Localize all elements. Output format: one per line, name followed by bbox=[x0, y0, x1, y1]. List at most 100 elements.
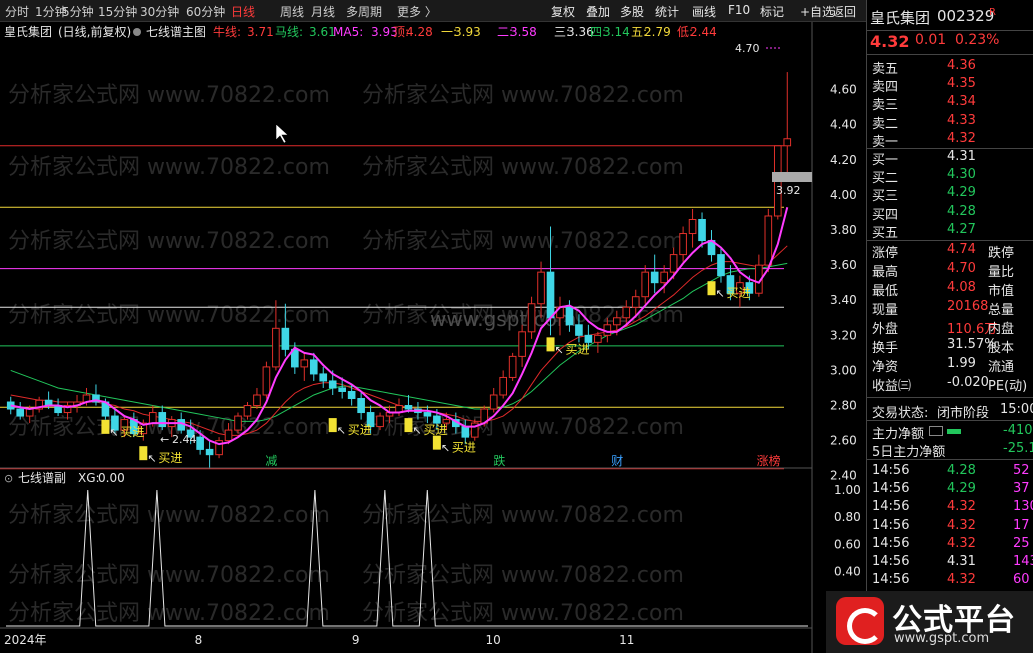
toolbar-action-4[interactable]: 画线 bbox=[692, 3, 716, 20]
watermark-text-2: 分析家公式网 www.70822.com bbox=[8, 229, 330, 254]
candle-body-21 bbox=[205, 448, 214, 456]
toolbar-action-7[interactable]: +自选 bbox=[800, 3, 834, 20]
price-change: 0.01 bbox=[915, 32, 947, 48]
price-tick-9: 2.80 bbox=[830, 399, 857, 413]
buy-label-4: 买进 bbox=[452, 441, 476, 455]
sub-tick-2: 0.60 bbox=[834, 537, 861, 551]
period-tab-3[interactable]: 15分钟 bbox=[98, 3, 137, 20]
period-tab-8[interactable]: 月线 bbox=[311, 3, 335, 20]
chart-area[interactable]: 皇氏集团 (日线,前复权) 七线谱主图 牛线: 3.71 马线: 3.61MA5: 3.93顶… bbox=[0, 22, 866, 653]
last-price: 4.32 bbox=[870, 32, 910, 51]
period-tab-7[interactable]: 周线 bbox=[280, 3, 304, 20]
stat-label2-3: 总量 bbox=[988, 303, 1015, 318]
bid-price-4: 4.27 bbox=[947, 221, 976, 237]
divider-status bbox=[867, 420, 1033, 421]
bid-label-4: 买五 bbox=[872, 225, 899, 241]
candle-body-15 bbox=[148, 412, 157, 424]
period-tab-5[interactable]: 60分钟 bbox=[186, 3, 225, 20]
ask-price-4: 4.32 bbox=[947, 130, 976, 146]
period-tab-2[interactable]: 5分钟 bbox=[62, 3, 94, 20]
sub-indicator-icon: ⊙ bbox=[4, 472, 13, 485]
bid-price-3: 4.28 bbox=[947, 203, 976, 219]
ask-price-3: 4.33 bbox=[947, 112, 976, 128]
divider-title bbox=[867, 30, 1033, 31]
stock-title[interactable]: 皇氏集团 bbox=[870, 7, 930, 28]
watermark-text-b-5: 分析家公式网 www.70822.com bbox=[362, 503, 684, 528]
candle-body-35 bbox=[338, 387, 346, 392]
candle-body-60 bbox=[575, 324, 583, 336]
header-value-4: 3.93 bbox=[454, 25, 481, 39]
buy-arrow-icon-1: ↖ bbox=[147, 452, 156, 465]
tick-row-1: 14:56 4.29 37 bbox=[867, 481, 1033, 499]
stat-row-2: 最低 4.08 市值 bbox=[867, 280, 1033, 299]
candle-body-42 bbox=[404, 405, 413, 410]
tick-row-3: 14:56 4.32 17 bbox=[867, 518, 1033, 536]
sub-xg-value: 0.00 bbox=[98, 471, 125, 485]
bid-row-1: 买二 4.30 bbox=[867, 167, 1033, 186]
tick-time-3: 14:56 bbox=[872, 517, 910, 533]
period-tab-10[interactable]: 更多 〉 bbox=[397, 3, 437, 20]
event-mark-0: 减 bbox=[265, 454, 277, 468]
stock-badge: R bbox=[989, 7, 996, 18]
stat-label2-7: PE(动) bbox=[988, 379, 1028, 394]
date-tick-0: 2024年 bbox=[4, 633, 47, 647]
candle-body-45 bbox=[433, 415, 441, 424]
ask-row-4: 卖一 4.32 bbox=[867, 130, 1033, 150]
candle-body-55 bbox=[527, 303, 536, 333]
date-tick-2: 9 bbox=[352, 633, 360, 647]
candle-body-44 bbox=[423, 412, 432, 417]
toolbar-action-5[interactable]: F10 bbox=[728, 3, 750, 17]
flow-toggle-icon[interactable] bbox=[929, 426, 943, 436]
stat-label2-5: 股本 bbox=[988, 341, 1015, 356]
ask-label-2: 卖三 bbox=[872, 98, 899, 114]
stat-row-6: 净资 1.99 流通 bbox=[867, 356, 1033, 375]
buy-arrow-icon-2: ↖ bbox=[337, 424, 346, 437]
ask-row-3: 卖二 4.33 bbox=[867, 112, 1033, 132]
candle-body-52 bbox=[499, 376, 507, 396]
candle-body-71 bbox=[679, 233, 687, 256]
price-tick-10: 2.60 bbox=[830, 434, 857, 448]
buy-bar-3 bbox=[404, 418, 413, 433]
header-label-1: 马线: bbox=[275, 25, 303, 39]
stat-label-6: 净资 bbox=[872, 360, 899, 375]
candle-body-70 bbox=[669, 254, 678, 273]
tick-price-1: 4.29 bbox=[947, 481, 976, 497]
candle-body-82 bbox=[783, 138, 792, 147]
period-tab-6[interactable]: 日线 bbox=[231, 3, 255, 20]
stat-label2-0: 跌停 bbox=[988, 246, 1015, 261]
stat-row-0: 涨停 4.74 跌停 bbox=[867, 242, 1033, 261]
header-value-1: 3.61 bbox=[309, 25, 336, 39]
price-tick-2: 4.20 bbox=[830, 153, 857, 167]
tick-vol-5: 143 bbox=[1013, 554, 1033, 569]
stat-value-7: -0.020 bbox=[947, 375, 989, 390]
chart-indicator-name: 七线谱主图 bbox=[146, 25, 206, 39]
toolbar-action-3[interactable]: 统计 bbox=[655, 3, 679, 20]
candle-body-32 bbox=[309, 359, 318, 375]
period-tab-9[interactable]: 多周期 bbox=[346, 3, 382, 20]
chart-stock-name: 皇氏集团 bbox=[4, 24, 52, 39]
price-tick-4: 3.80 bbox=[830, 223, 857, 237]
stat-label-3: 现量 bbox=[872, 303, 899, 318]
stat-row-3: 现量 20168 总量 bbox=[867, 299, 1033, 318]
flow-value-0: -410 bbox=[1003, 423, 1033, 438]
period-tab-0[interactable]: 分时 bbox=[5, 3, 29, 20]
ask-label-3: 卖二 bbox=[872, 116, 899, 132]
watermark-text-1: 分析家公式网 www.70822.com bbox=[8, 155, 330, 180]
buy-arrow-icon-0: ↖ bbox=[109, 426, 118, 439]
flow-value-1: -25.1 bbox=[1003, 441, 1033, 456]
stat-label-4: 外盘 bbox=[872, 322, 899, 337]
header-value-7: 3.14 bbox=[603, 25, 630, 39]
tick-price-5: 4.31 bbox=[947, 554, 976, 569]
period-tab-4[interactable]: 30分钟 bbox=[140, 3, 179, 20]
price-pct: 0.23% bbox=[955, 32, 1000, 48]
toolbar-action-0[interactable]: 复权 bbox=[551, 3, 575, 20]
tick-vol-1: 37 bbox=[1013, 481, 1030, 497]
toolbar-action-2[interactable]: 多股 bbox=[620, 3, 644, 20]
stat-label2-4: 内盘 bbox=[988, 322, 1015, 337]
watermark-text-6: 分析家公式网 www.70822.com bbox=[8, 563, 330, 588]
toolbar-action-6[interactable]: 标记 bbox=[760, 3, 784, 20]
toolbar-action-8[interactable]: 返回 bbox=[832, 3, 856, 20]
bid-row-2: 买三 4.29 bbox=[867, 185, 1033, 204]
toolbar-action-1[interactable]: 叠加 bbox=[586, 3, 610, 20]
price-tick-6: 3.40 bbox=[830, 293, 857, 307]
